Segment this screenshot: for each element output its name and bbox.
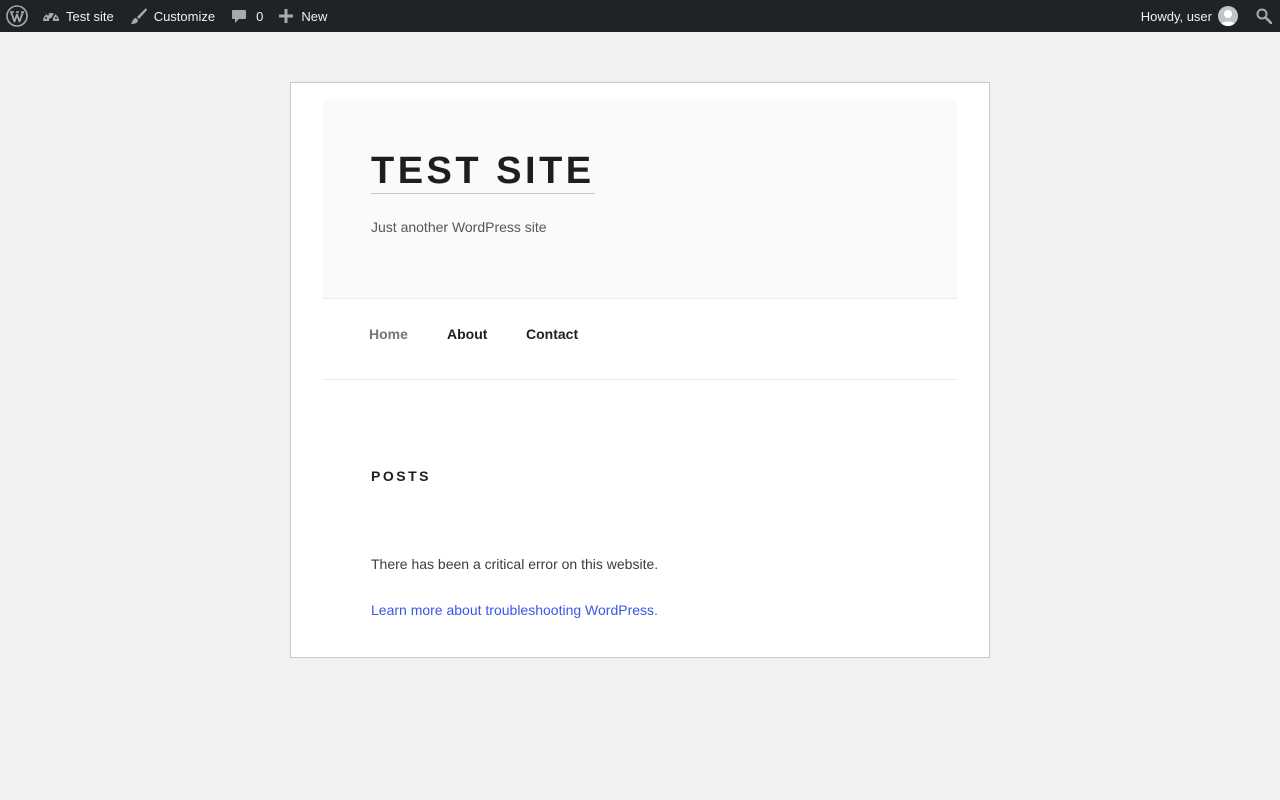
comment-bubble-icon bbox=[231, 8, 247, 24]
new-content-button[interactable]: New bbox=[271, 0, 335, 32]
nav-item-about[interactable]: About bbox=[447, 326, 487, 342]
search-button[interactable] bbox=[1248, 0, 1280, 32]
new-label: New bbox=[301, 8, 328, 24]
plus-icon bbox=[279, 9, 294, 23]
paintbrush-icon bbox=[130, 7, 148, 25]
site-name-label: Test site bbox=[66, 8, 114, 24]
howdy-label: Howdy, user bbox=[1140, 8, 1212, 24]
critical-error-message: There has been a critical error on this … bbox=[371, 556, 659, 572]
admin-toolbar: Test site Customize 0 New Howdy, user bbox=[0, 0, 1280, 32]
nav-item-contact[interactable]: Contact bbox=[526, 326, 578, 342]
wordpress-logo-icon bbox=[6, 5, 28, 27]
page-container: TEST SITE Just another WordPress site Ho… bbox=[290, 82, 990, 658]
nav-item-home[interactable]: Home bbox=[369, 326, 408, 342]
troubleshooting-link[interactable]: Learn more about troubleshooting WordPre… bbox=[371, 602, 658, 618]
site-title-link[interactable]: TEST SITE bbox=[371, 149, 595, 194]
comments-button[interactable]: 0 bbox=[223, 0, 271, 32]
primary-navigation: Home About Contact bbox=[323, 298, 957, 380]
dashboard-icon bbox=[42, 8, 60, 24]
site-header: TEST SITE Just another WordPress site bbox=[323, 99, 957, 298]
site-tagline: Just another WordPress site bbox=[371, 219, 547, 235]
customize-label: Customize bbox=[153, 8, 216, 24]
avatar bbox=[1218, 6, 1238, 26]
comments-count: 0 bbox=[256, 8, 264, 24]
search-icon bbox=[1256, 8, 1272, 24]
my-account-menu[interactable]: Howdy, user bbox=[1133, 0, 1248, 32]
admin-toolbar-left: Test site Customize 0 New bbox=[0, 0, 335, 32]
posts-heading: POSTS bbox=[371, 468, 431, 484]
admin-toolbar-right: Howdy, user bbox=[1133, 0, 1280, 32]
customize-button[interactable]: Customize bbox=[122, 0, 223, 32]
wordpress-logo-menu[interactable] bbox=[0, 0, 34, 32]
site-name-menu[interactable]: Test site bbox=[34, 0, 122, 32]
